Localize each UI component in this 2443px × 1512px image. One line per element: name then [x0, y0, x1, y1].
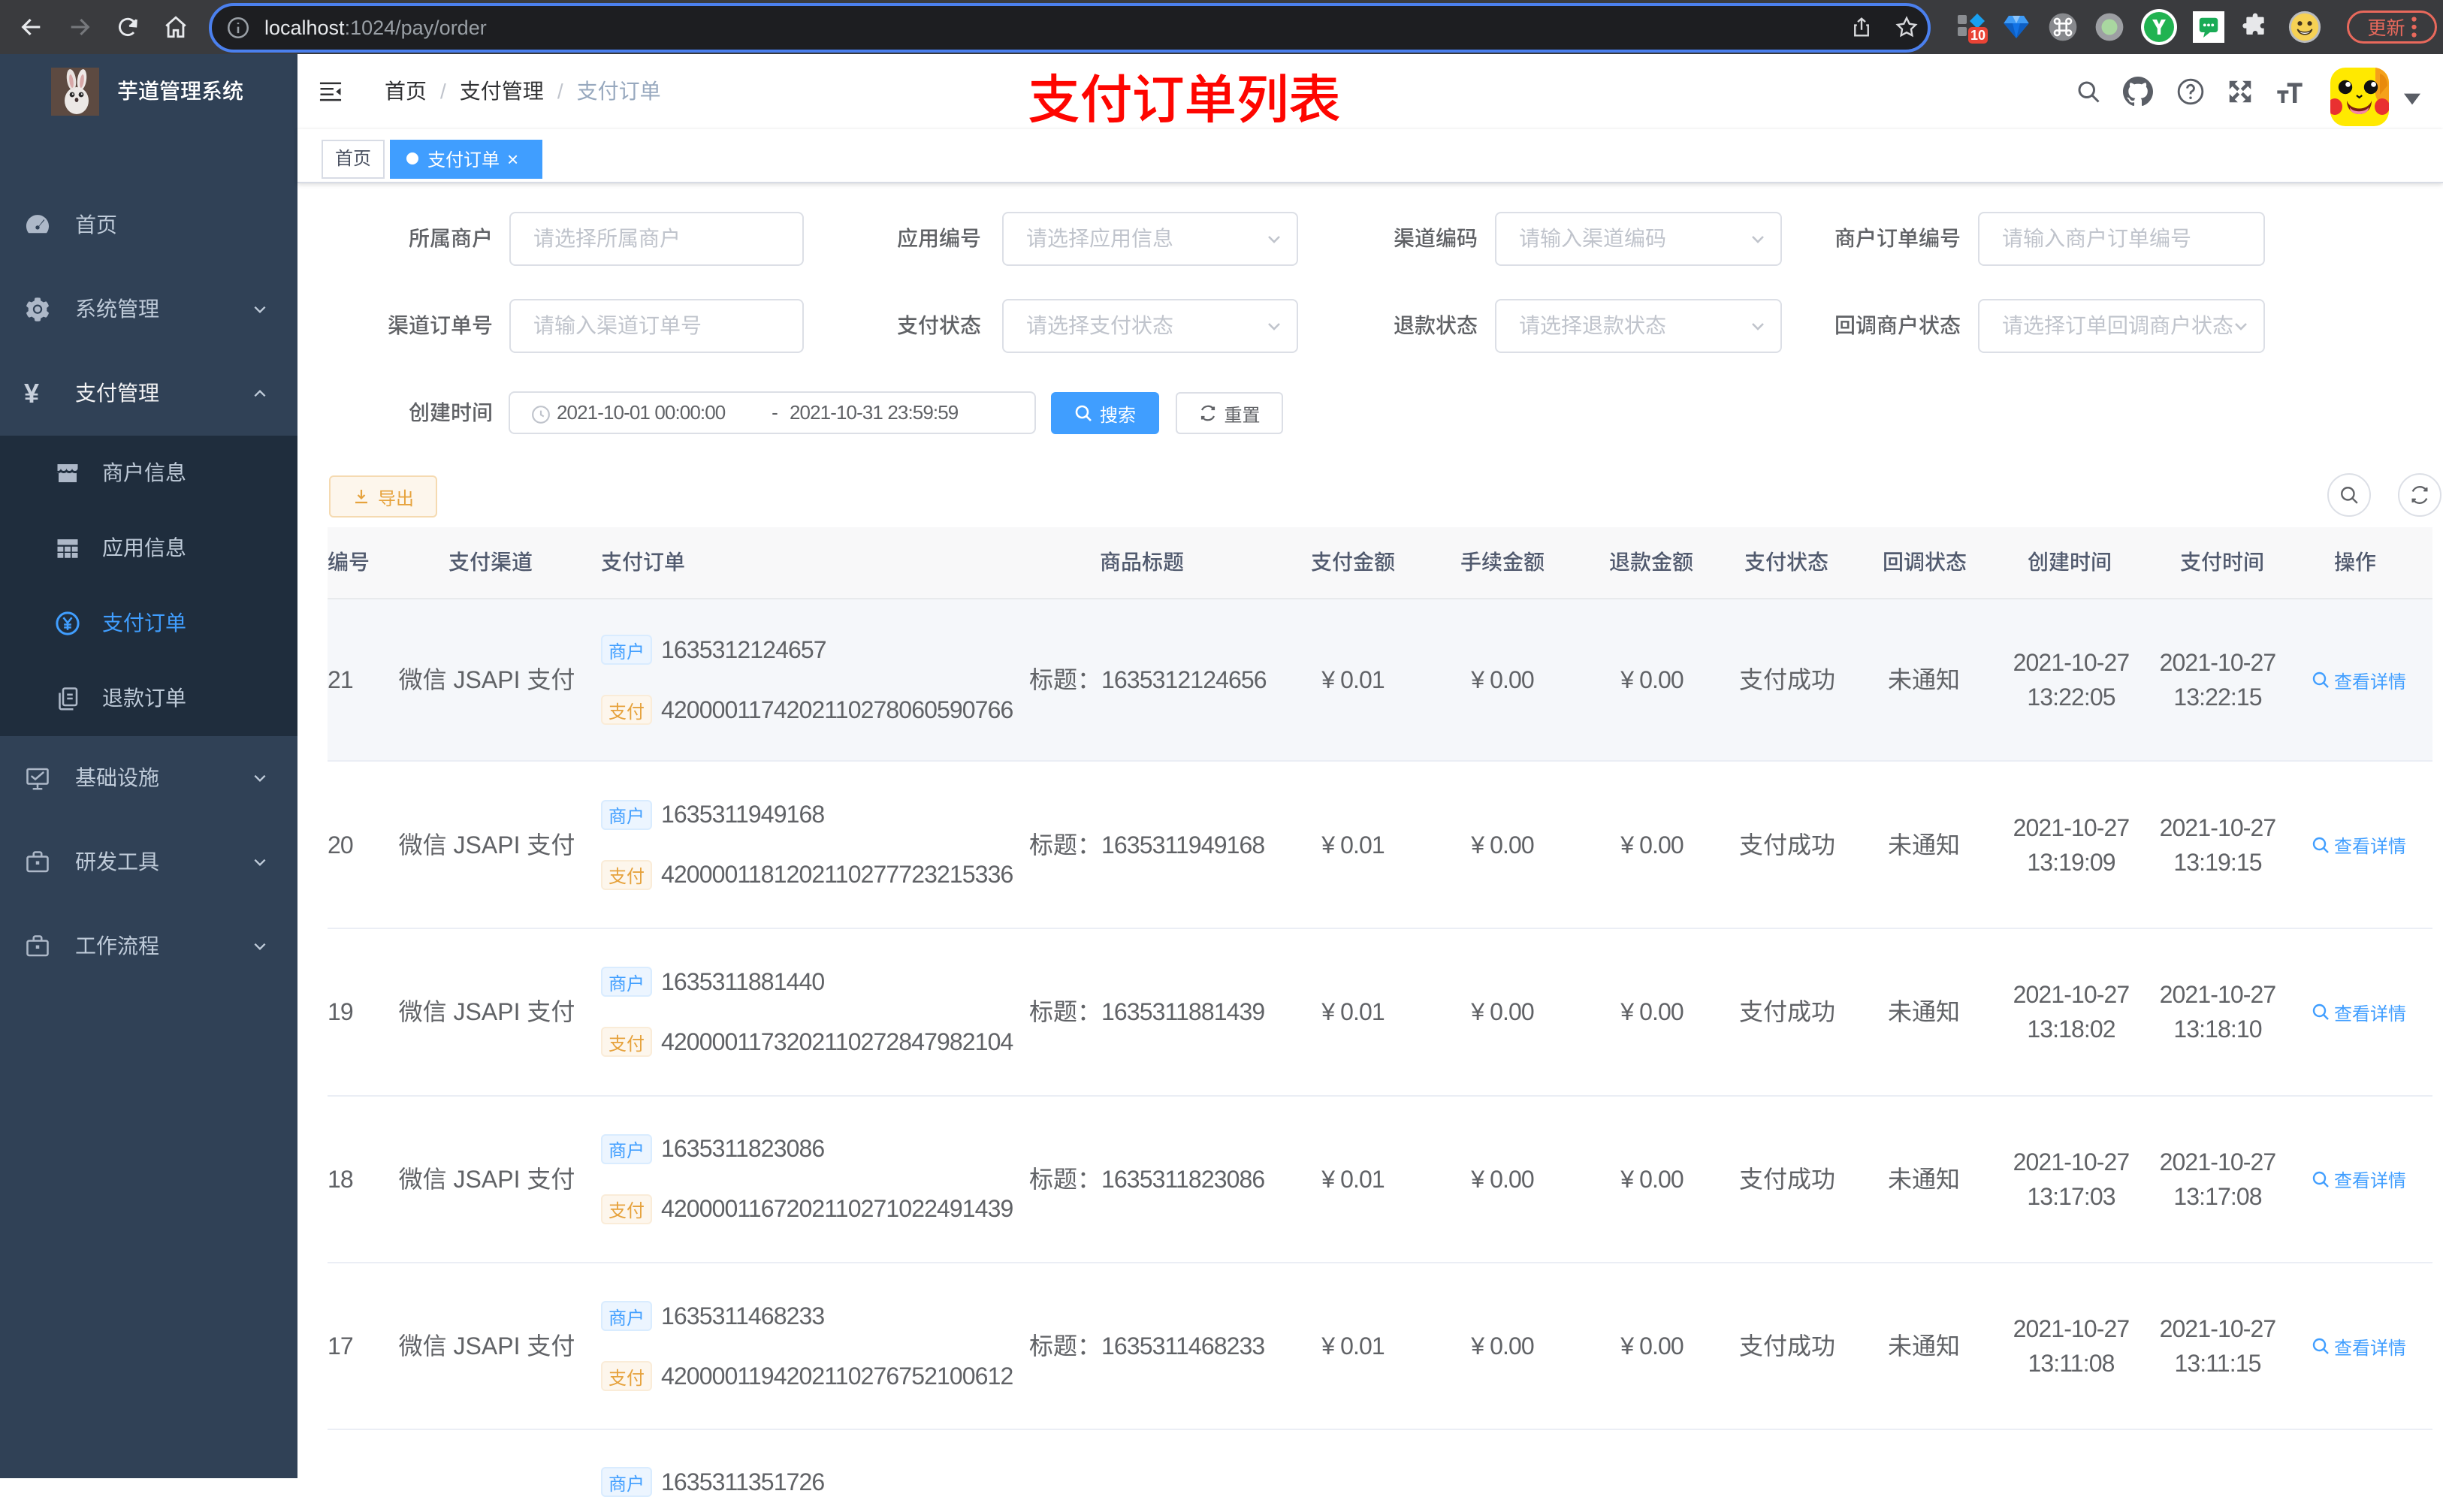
svg-text:10: 10 — [1970, 28, 1986, 43]
